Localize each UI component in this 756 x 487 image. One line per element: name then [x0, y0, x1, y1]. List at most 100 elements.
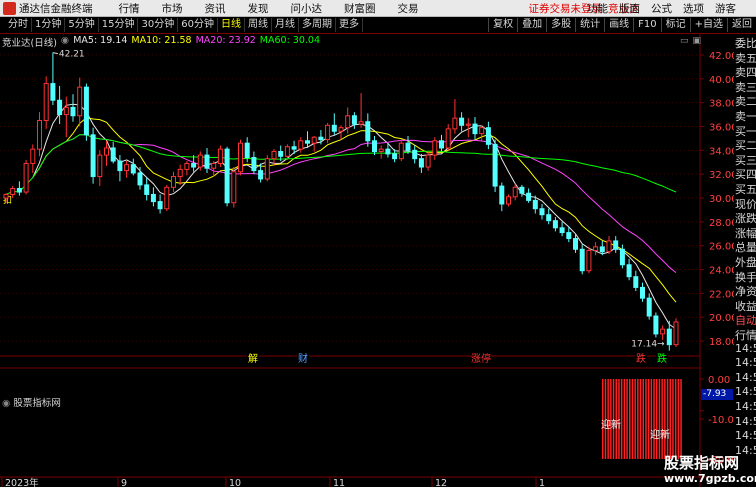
- menu-news[interactable]: 资讯: [205, 1, 226, 16]
- menu-layout[interactable]: 版面: [619, 1, 640, 16]
- restore-icon[interactable]: ▭: [680, 36, 689, 46]
- candle-body: [211, 162, 217, 169]
- indicator-bar: [607, 379, 609, 459]
- candle-body: [70, 106, 76, 117]
- candle-body: [251, 156, 257, 172]
- candle: [372, 136, 377, 156]
- menu-functions[interactable]: 功能: [587, 1, 608, 16]
- period-60min[interactable]: 60分钟: [178, 18, 218, 32]
- candle-body: [110, 147, 116, 162]
- candle: [613, 236, 619, 253]
- period-daily[interactable]: 日线: [218, 18, 245, 32]
- menu-formula[interactable]: 公式: [651, 1, 672, 16]
- candle: [57, 85, 63, 125]
- period-15min[interactable]: 15分钟: [99, 18, 139, 32]
- adjust-button[interactable]: 复权: [488, 18, 517, 32]
- menu-discover[interactable]: 发现: [248, 1, 269, 16]
- candle-body: [191, 162, 197, 168]
- menu-trade[interactable]: 交易: [398, 1, 419, 16]
- ma20-value: MA20: 23.92: [195, 35, 256, 46]
- price-tick-label: 38.00: [709, 99, 734, 110]
- candle-body: [278, 151, 284, 157]
- candle: [298, 137, 304, 153]
- candle-body: [405, 142, 411, 151]
- event-marker: 跌: [656, 352, 668, 365]
- stock-period-label[interactable]: 竞业达(日线): [2, 35, 57, 49]
- period-1min[interactable]: 1分钟: [32, 18, 66, 32]
- indicator-bar: [664, 379, 666, 459]
- candle: [358, 93, 364, 128]
- menu-options[interactable]: 选项: [683, 1, 704, 16]
- candle-body: [479, 127, 485, 135]
- mark-button[interactable]: 标记: [660, 18, 690, 32]
- candle-body: [579, 248, 585, 272]
- candle-body: [539, 208, 545, 216]
- candle: [30, 144, 36, 173]
- candle: [485, 121, 491, 150]
- candle-body: [305, 140, 310, 144]
- candle-body: [10, 187, 16, 195]
- period-monthly[interactable]: 月线: [272, 18, 299, 32]
- candle-body: [97, 154, 103, 178]
- back-button[interactable]: 返回: [727, 18, 756, 32]
- maximize-icon[interactable]: ▣: [693, 36, 702, 46]
- candle-body: [626, 264, 632, 278]
- candle: [345, 107, 351, 134]
- indicator-name[interactable]: ◉ 股票指标网: [2, 395, 61, 409]
- price-tick-label: 28.00: [709, 218, 734, 229]
- candle-body: [16, 187, 22, 193]
- add-watchlist-button[interactable]: +自选: [689, 18, 727, 32]
- kline-chart[interactable]: 42.2117.14→扣 42.0040.0038.0036.0034.0032…: [0, 34, 734, 487]
- candle-body: [640, 286, 645, 299]
- candle: [117, 155, 123, 182]
- draw-line-button[interactable]: 画线: [604, 18, 633, 32]
- candle: [546, 208, 552, 225]
- candle-body: [666, 328, 672, 346]
- candle-body: [224, 148, 230, 204]
- price-tick-label: 40.00: [709, 75, 734, 86]
- candle-body: [184, 162, 190, 170]
- f10-button[interactable]: F10: [633, 18, 660, 32]
- candle: [445, 124, 451, 151]
- candle-body: [130, 164, 136, 174]
- candle: [593, 242, 599, 256]
- quote-strip-item: 卖五: [735, 51, 756, 65]
- candle-body: [177, 168, 183, 178]
- overlay-button[interactable]: 叠加: [517, 18, 546, 32]
- app-title: 通达信金融终端: [19, 2, 93, 15]
- price-tick-label: 42.00: [709, 51, 734, 62]
- date-tick-label: 11: [333, 478, 345, 487]
- candle-body: [613, 240, 619, 250]
- period-more[interactable]: 更多: [336, 18, 363, 32]
- event-markers: 解 财 涨停 跌跌: [247, 352, 668, 365]
- candle-body: [331, 124, 337, 132]
- candle-body: [660, 328, 666, 335]
- period-5min[interactable]: 5分钟: [65, 18, 99, 32]
- menu-market[interactable]: 市场: [162, 1, 183, 16]
- candle-body: [284, 146, 290, 157]
- menu-ask[interactable]: 问小达: [291, 1, 323, 16]
- candle: [97, 150, 103, 187]
- candle-body: [311, 136, 317, 144]
- candle-body: [559, 227, 565, 234]
- candle-body: [164, 186, 170, 210]
- watermark: 股票指标网 www.7gpzb.com: [664, 455, 756, 487]
- period-weekly[interactable]: 周线: [245, 18, 272, 32]
- stats-button[interactable]: 统计: [575, 18, 604, 32]
- candle-body: [519, 186, 525, 194]
- candle: [37, 112, 42, 157]
- period-30min[interactable]: 30分钟: [138, 18, 179, 32]
- multi-stock-button[interactable]: 多股: [546, 18, 575, 32]
- candle: [305, 131, 310, 148]
- candle-body: [171, 176, 176, 188]
- settings-dot-icon[interactable]: ◉: [61, 35, 69, 49]
- candle-body: [546, 214, 552, 222]
- menu-quotes[interactable]: 行情: [119, 1, 140, 16]
- period-intraday[interactable]: 分时: [5, 18, 32, 32]
- period-multi[interactable]: 多周期: [299, 18, 336, 32]
- date-tick-label: 9: [121, 478, 127, 487]
- price-tick-label: 26.00: [709, 242, 734, 253]
- menu-guest[interactable]: 游客: [715, 1, 736, 16]
- indicator-bar: [658, 379, 661, 459]
- menu-wealth[interactable]: 财富圈: [344, 1, 376, 16]
